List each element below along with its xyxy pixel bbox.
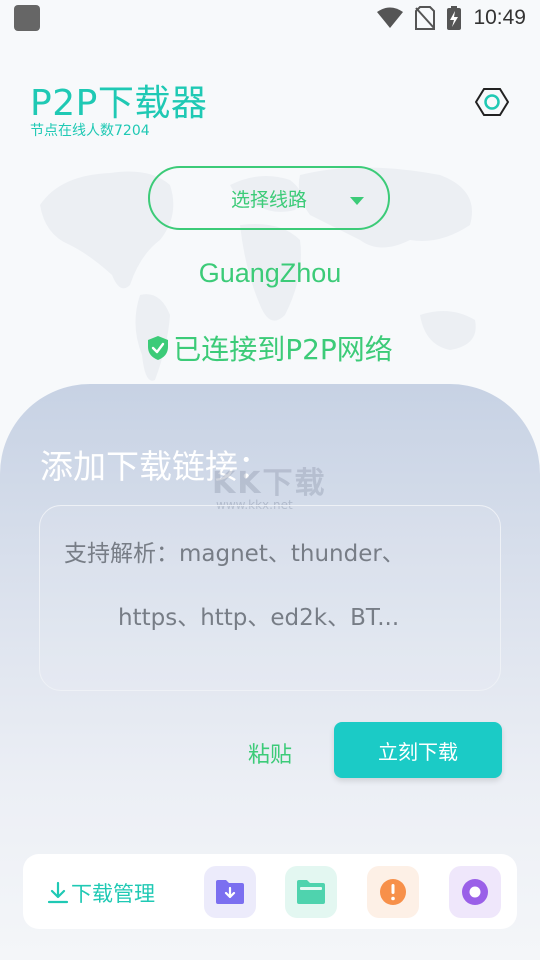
input-placeholder-line1: 支持解析：magnet、thunder、 <box>64 541 405 567</box>
route-select-dropdown[interactable]: 选择线路 <box>148 166 390 230</box>
input-placeholder-line2: https、http、ed2k、BT... <box>118 605 400 631</box>
status-bar: 10:49 <box>0 0 540 36</box>
exclamation-icon <box>380 879 406 905</box>
status-time: 10:49 <box>473 6 526 29</box>
route-select-label: 选择线路 <box>230 188 307 211</box>
watermark-logo: KK下载 www.kkx.net <box>212 458 327 512</box>
record-button[interactable] <box>449 866 501 918</box>
download-now-button[interactable]: 立刻下载 <box>334 722 502 778</box>
node-count-text: 节点在线人数7204 <box>30 123 150 139</box>
hexagon-settings-icon <box>475 88 509 116</box>
download-manage-label: 下载管理 <box>71 882 155 906</box>
app-title: P2P下载器 <box>30 83 208 124</box>
connection-status-text: 已连接到P2P网络 <box>173 333 393 366</box>
download-manage-button[interactable]: 下载管理 <box>47 878 155 908</box>
sim-off-icon <box>415 6 436 30</box>
folder-icon <box>297 880 325 904</box>
shield-check-icon <box>148 336 169 360</box>
wifi-icon <box>377 7 404 28</box>
paste-button[interactable]: 粘贴 <box>248 737 292 769</box>
app-notification-icon <box>14 5 40 31</box>
file-manager-button[interactable] <box>285 866 337 918</box>
watermark-brand: KK下载 <box>212 466 327 501</box>
settings-button[interactable] <box>473 85 511 119</box>
battery-charging-icon <box>447 6 462 30</box>
current-location: GuangZhou <box>198 258 342 288</box>
download-icon <box>47 881 69 904</box>
download-link-input[interactable]: 支持解析：magnet、thunder、 https、http、ed2k、BT.… <box>39 505 501 691</box>
dropdown-arrow-icon <box>350 197 364 205</box>
downloaded-files-button[interactable] <box>204 866 256 918</box>
alert-button[interactable] <box>367 866 419 918</box>
ring-icon <box>462 879 488 905</box>
bottom-toolbar: 下载管理 <box>23 854 517 929</box>
download-now-label: 立刻下载 <box>378 739 458 764</box>
connection-status: 已连接到P2P网络 <box>0 328 540 368</box>
folder-download-icon <box>216 880 244 904</box>
